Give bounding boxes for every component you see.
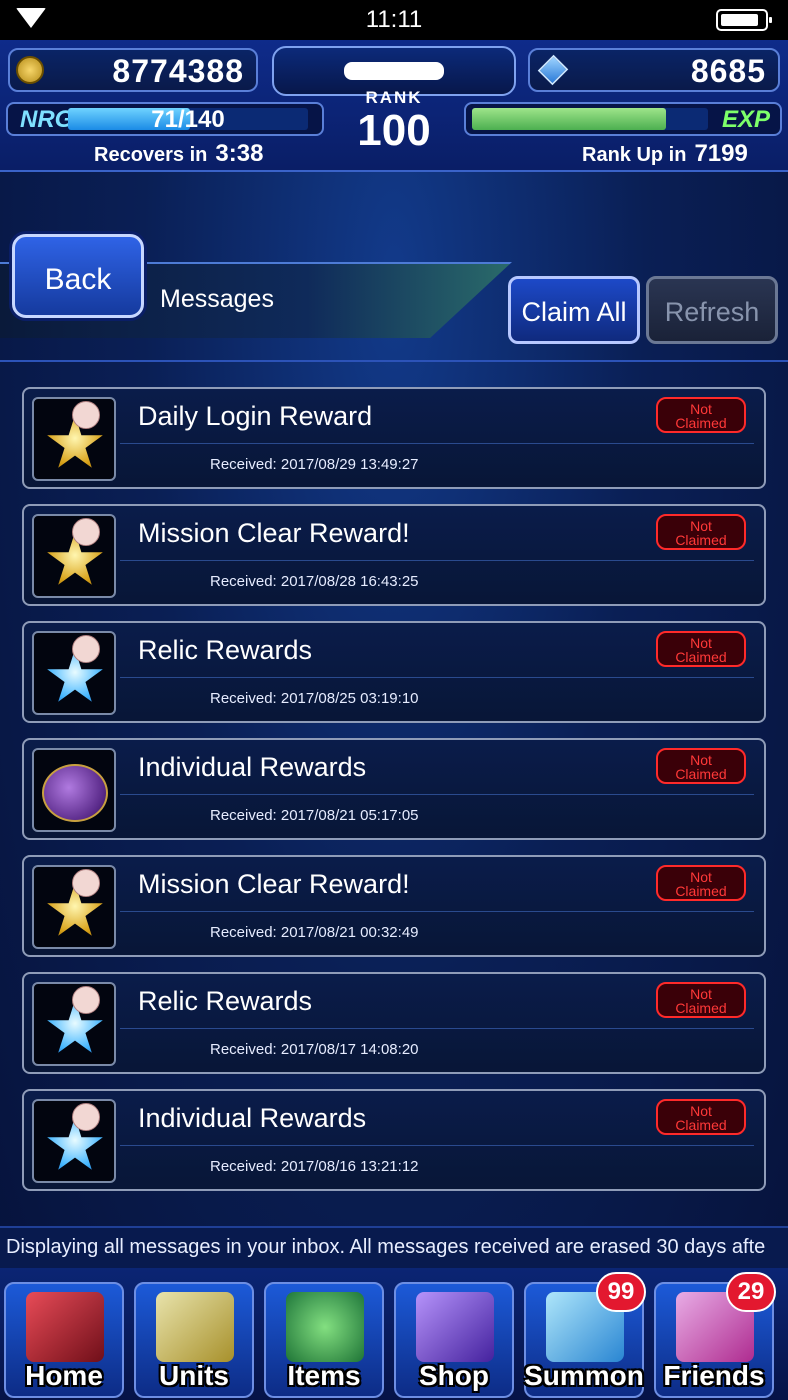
message-title: Mission Clear Reward! [138,869,410,899]
bottom-nav: Home Units Items Shop Summon 99 Friends … [0,1268,788,1400]
message-title: Individual Rewards [138,752,367,782]
chest-icon [416,1292,494,1362]
nav-friends[interactable]: Friends 29 [654,1272,776,1398]
magic-pot-icon [32,748,116,832]
rank-value: 100 [357,106,431,155]
potion-icon [286,1292,364,1362]
inbox-note: Displaying all messages in your inbox. A… [0,1226,788,1268]
nrg-value: 71/140 [151,106,225,133]
claim-all-button[interactable]: Claim All [508,276,640,344]
blue-star-moogle-icon [32,982,116,1066]
nav-units[interactable]: Units [134,1282,254,1398]
exp-bar-fill [472,108,666,130]
exp-label: EXP [721,106,770,133]
nav-items[interactable]: Items [264,1282,384,1398]
battery-icon [716,9,772,31]
row-divider [120,794,754,795]
gil-coin-icon [16,56,44,84]
sword-icon [26,1292,104,1362]
not-claimed-badge: Not Claimed [656,514,746,550]
rank-label: RANK [365,88,423,107]
nav-shop-label: Shop [419,1360,489,1391]
gil-counter: 8774388 [8,48,258,92]
nrg-label: NRG [20,106,74,133]
back-button[interactable]: Back [12,234,144,318]
message-title: Daily Login Reward [138,401,373,431]
hero-icon [156,1292,234,1362]
not-claimed-badge: Not Claimed [656,865,746,901]
row-divider [120,1028,754,1029]
gold-star-moogle-icon [32,397,116,481]
nrg-bar: NRG 71/140 [6,102,324,136]
message-row[interactable]: Relic Rewards Received: 2017/08/17 14:08:… [22,972,766,1074]
lapis-amount: 8685 [690,53,766,89]
message-received: Received: 2017/08/17 14:08:20 [210,1041,419,1058]
message-row[interactable]: Individual Rewards Received: 2017/08/21 0… [22,738,766,840]
not-claimed-badge: Not Claimed [656,1099,746,1135]
row-divider [120,443,754,444]
row-divider [120,1145,754,1146]
friends-badge: 29 [726,1272,776,1312]
message-row[interactable]: Relic Rewards Received: 2017/08/25 03:19:… [22,621,766,723]
not-claimed-badge: Not Claimed [656,397,746,433]
message-title: Individual Rewards [138,1103,367,1133]
message-received: Received: 2017/08/25 03:19:10 [210,690,419,707]
not-claimed-badge: Not Claimed [656,982,746,1018]
rankup-label: Rank Up in [582,144,687,166]
lapis-counter: 8685 [528,48,780,92]
player-header: 8774388 8685 RANK 100 NRG 71/140 Recover… [0,40,788,172]
refresh-button[interactable]: Refresh [646,276,778,344]
inbox-note-text: Displaying all messages in your inbox. A… [6,1236,766,1258]
message-received: Received: 2017/08/29 13:49:27 [210,456,419,473]
nav-home[interactable]: Home [4,1282,124,1398]
back-button-label: Back [44,263,112,296]
gil-amount: 8774388 [112,53,244,89]
message-title: Relic Rewards [138,986,313,1016]
nav-friends-label: Friends [663,1360,765,1391]
recovers-time: 3:38 [215,140,264,167]
nav-units-label: Units [159,1360,229,1391]
not-claimed-badge: Not Claimed [656,748,746,784]
nav-items-label: Items [287,1360,361,1391]
row-divider [120,560,754,561]
rankup-line: Rank Up in 7199 [582,140,748,168]
message-received: Received: 2017/08/16 13:21:12 [210,1158,419,1175]
blue-star-moogle-icon [32,1099,116,1183]
divider [0,360,788,362]
message-received: Received: 2017/08/21 00:32:49 [210,924,419,941]
refresh-label: Refresh [664,297,760,327]
lapis-crystal-icon [537,54,569,86]
rankup-value: 7199 [694,140,748,167]
recovers-line: Recovers in 3:38 [94,140,263,168]
claim-all-label: Claim All [521,297,627,327]
not-claimed-badge: Not Claimed [656,631,746,667]
row-divider [120,911,754,912]
message-title: Mission Clear Reward! [138,518,410,548]
recovers-label: Recovers in [94,144,208,166]
status-bar: 11:11 [0,0,788,40]
exp-bar: EXP [464,102,782,136]
message-title: Relic Rewards [138,635,313,665]
nav-shop[interactable]: Shop [394,1282,514,1398]
message-row[interactable]: Individual Rewards Received: 2017/08/16 1… [22,1089,766,1191]
redacted-player-name [344,62,444,80]
nav-home-label: Home [25,1360,103,1391]
message-row[interactable]: Mission Clear Reward! Received: 2017/08/2… [22,855,766,957]
status-time: 11:11 [365,6,423,33]
gold-star-moogle-icon [32,865,116,949]
message-row[interactable]: Mission Clear Reward! Received: 2017/08/2… [22,504,766,606]
row-divider [120,677,754,678]
exp-bar-track [472,108,708,130]
page-title: Messages [160,285,274,313]
message-row[interactable]: Daily Login Reward Received: 2017/08/29 1… [22,387,766,489]
summon-badge: 99 [596,1272,646,1312]
message-received: Received: 2017/08/21 05:17:05 [210,807,419,824]
message-received: Received: 2017/08/28 16:43:25 [210,573,419,590]
gold-star-moogle-icon [32,514,116,598]
nav-summon-label: Summon [524,1360,644,1391]
nav-summon[interactable]: Summon 99 [524,1272,646,1398]
blue-star-moogle-icon [32,631,116,715]
